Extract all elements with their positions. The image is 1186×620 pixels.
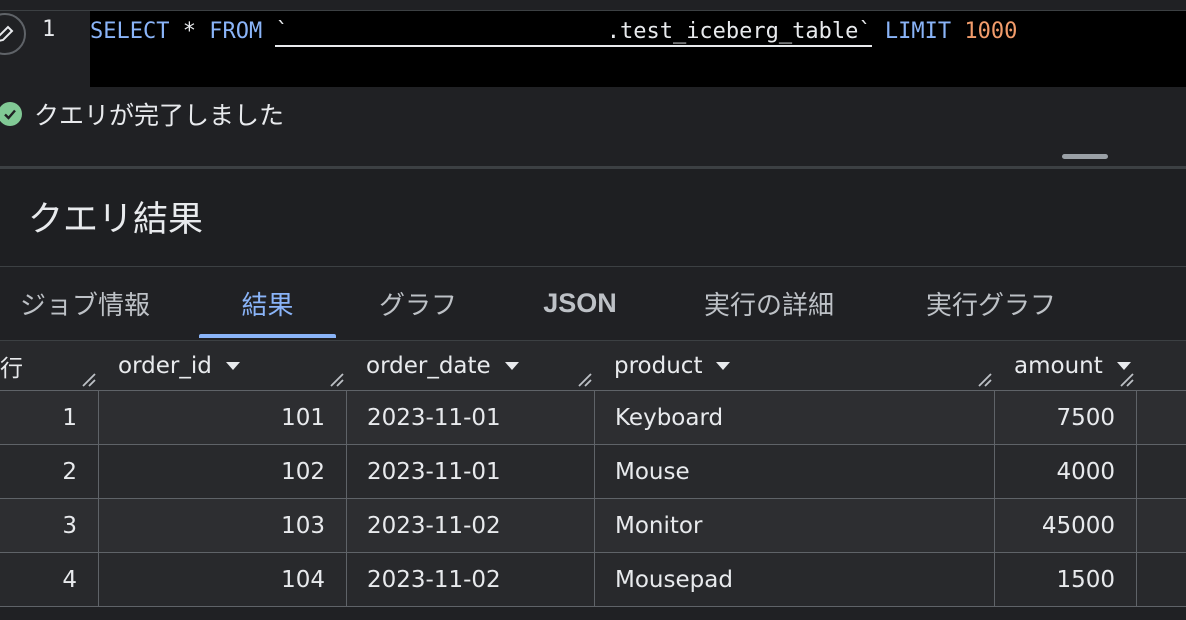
tab-chart[interactable]: グラフ (360, 267, 476, 340)
amount-cell: 7500 (995, 391, 1137, 444)
panel-resize-handle[interactable] (1062, 154, 1108, 159)
order-id-cell: 104 (99, 553, 347, 606)
tab-execution-details[interactable]: 実行の詳細 (682, 267, 856, 340)
tab-job-info[interactable]: ジョブ情報 (0, 267, 176, 340)
row-number-cell: 4 (0, 553, 99, 606)
table-footer-spacer (0, 607, 1186, 620)
line-number: 1 (42, 17, 56, 42)
column-header-label: amount (1014, 353, 1103, 379)
sql-keyword-from: FROM (209, 19, 263, 44)
column-header-label: order_date (366, 353, 491, 379)
tab-execution-graph[interactable]: 実行グラフ (904, 267, 1078, 340)
sql-star: * (182, 19, 196, 44)
code-line: SELECT * FROM ` .test_iceberg_table` LIMI… (90, 17, 1017, 47)
row-number-cell: 1 (0, 391, 99, 444)
check-icon (4, 109, 16, 120)
product-cell: Mousepad (595, 553, 995, 606)
table-row[interactable]: 1 101 2023-11-01 Keyboard 7500 (0, 391, 1186, 445)
chevron-down-icon[interactable] (504, 362, 519, 370)
column-resize-grip-icon[interactable] (79, 370, 97, 388)
chevron-down-icon[interactable] (716, 362, 731, 370)
column-header-label: product (614, 353, 703, 379)
chevron-down-icon[interactable] (225, 362, 240, 370)
order-date-cell: 2023-11-01 (347, 391, 595, 444)
pencil-icon (0, 25, 14, 42)
sql-limit-value: 1000 (964, 19, 1018, 44)
column-resize-grip-icon[interactable] (327, 370, 345, 388)
order-date-cell: 2023-11-02 (347, 553, 595, 606)
product-cell: Monitor (595, 499, 995, 552)
results-tabs: ジョブ情報 結果 グラフ JSON 実行の詳細 実行グラフ (0, 266, 1186, 340)
table-reference[interactable]: ` .test_iceberg_table` (275, 19, 872, 47)
query-status: クエリが完了しました (0, 94, 284, 134)
table-row[interactable]: 3 103 2023-11-02 Monitor 45000 (0, 499, 1186, 553)
chevron-down-icon[interactable] (1116, 362, 1131, 370)
column-header-label: order_id (118, 353, 212, 379)
row-number-cell: 3 (0, 499, 99, 552)
order-id-cell: 101 (99, 391, 347, 444)
amount-cell: 45000 (995, 499, 1137, 552)
product-cell: Mouse (595, 445, 995, 498)
order-date-cell: 2023-11-02 (347, 499, 595, 552)
column-header-order-date[interactable]: order_date (366, 341, 594, 391)
backtick-open: ` (275, 19, 289, 44)
tab-results[interactable]: 結果 (199, 267, 336, 340)
query-editor[interactable]: 1 SELECT * FROM ` .test_iceberg_table` LI… (0, 0, 1186, 88)
sql-keyword-select: SELECT (90, 19, 170, 44)
column-resize-grip-icon[interactable] (575, 370, 593, 388)
row-number-cell: 2 (0, 445, 99, 498)
order-date-cell: 2023-11-01 (347, 445, 595, 498)
sql-keyword-limit: LIMIT (884, 19, 952, 44)
tab-json[interactable]: JSON (530, 267, 630, 340)
amount-cell: 4000 (995, 445, 1137, 498)
order-id-cell: 102 (99, 445, 347, 498)
column-resize-grip-icon[interactable] (975, 370, 993, 388)
column-header-order-id[interactable]: order_id (118, 341, 346, 391)
table-row[interactable]: 4 104 2023-11-02 Mousepad 1500 (0, 553, 1186, 607)
column-header-row-label: 行 (0, 356, 23, 382)
table-header: 行 order_id order_date product amount (0, 340, 1186, 391)
status-message: クエリが完了しました (34, 101, 285, 130)
column-header-product[interactable]: product (614, 341, 994, 391)
active-tab-indicator (199, 334, 336, 338)
check-circle-icon (0, 102, 22, 126)
column-resize-grip-icon[interactable] (1117, 370, 1135, 388)
edit-query-button[interactable] (0, 13, 26, 55)
results-title: クエリ結果 (28, 200, 204, 240)
order-id-cell: 103 (99, 499, 347, 552)
code-area[interactable]: SELECT * FROM ` .test_iceberg_table` LIMI… (90, 11, 1186, 87)
product-cell: Keyboard (595, 391, 995, 444)
table-row[interactable]: 2 102 2023-11-01 Mouse 4000 (0, 445, 1186, 499)
amount-cell: 1500 (995, 553, 1137, 606)
table-name: .test_iceberg_table` (606, 19, 872, 44)
